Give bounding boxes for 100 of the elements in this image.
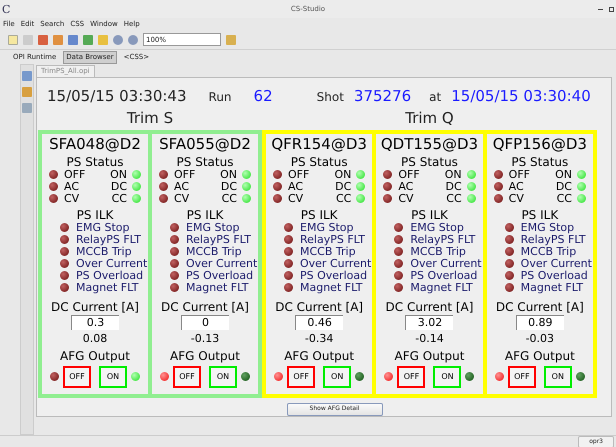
on-button[interactable]: ON xyxy=(99,366,127,388)
interlock-label: Magnet FLT xyxy=(76,282,138,294)
unit-name: SFA055@D2 xyxy=(159,134,251,152)
current-setpoint-field[interactable]: 0 xyxy=(181,314,229,330)
current-readback: 0.08 xyxy=(82,332,108,346)
status-label: OFF xyxy=(398,168,420,180)
status-label: CV xyxy=(398,192,414,204)
interlock-label: PS Overload xyxy=(76,270,144,282)
at-label: at xyxy=(429,89,442,106)
current-readback: -0.13 xyxy=(190,332,220,346)
interlock-label: EMG Stop xyxy=(300,222,354,234)
current-setpoint-field[interactable]: 3.02 xyxy=(405,314,454,330)
status-label: CV xyxy=(288,192,304,204)
group-title: Trim Q xyxy=(405,108,454,126)
unit-name: QFR154@D3 xyxy=(271,134,367,152)
unit-name: QDT155@D3 xyxy=(380,134,478,152)
section-title: PS Status xyxy=(176,154,234,168)
interlock-label: Over Current xyxy=(300,258,372,270)
interlock-label: Magnet FLT xyxy=(520,282,584,294)
section-title: DC Current [A] xyxy=(386,300,474,314)
status-label: AC xyxy=(398,180,414,192)
status-label: ON xyxy=(220,168,237,180)
current-setpoint-field[interactable]: 0.89 xyxy=(516,314,564,330)
off-button[interactable]: OFF xyxy=(287,366,316,388)
timestamp: 15/05/15 03:30:43 xyxy=(47,86,187,107)
interlock-label: EMG Stop xyxy=(186,222,240,234)
section-title: DC Current [A] xyxy=(161,300,249,314)
interlock-label: PS Overload xyxy=(410,270,478,282)
group-title: Trim S xyxy=(126,108,174,126)
section-title: DC Current [A] xyxy=(496,300,584,314)
off-button[interactable]: OFF xyxy=(63,366,91,388)
interlock-label: EMG Stop xyxy=(410,222,464,234)
interlock-label: RelayPS FLT xyxy=(300,234,365,246)
interlock-label: Magnet FLT xyxy=(300,282,362,294)
section-title: PS ILK xyxy=(76,208,114,222)
section-title: PS Status xyxy=(290,154,348,168)
interlock-label: MCCB Trip xyxy=(186,246,242,258)
status-label: CV xyxy=(64,192,80,204)
status-label: OFF xyxy=(288,168,310,180)
section-title: PS ILK xyxy=(521,208,558,222)
status-label: ON xyxy=(110,168,127,180)
section-title: AFG Output xyxy=(60,348,130,362)
interlock-label: RelayPS FLT xyxy=(76,234,141,246)
run-number: 62 xyxy=(254,86,273,107)
on-button[interactable]: ON xyxy=(323,366,352,388)
section-title: AFG Output xyxy=(504,348,575,362)
section-title: PS Status xyxy=(401,154,458,168)
current-readback: -0.14 xyxy=(415,332,444,346)
interlock-label: RelayPS FLT xyxy=(410,234,476,246)
on-button[interactable]: ON xyxy=(544,366,572,388)
minimize-icon[interactable] xyxy=(598,8,603,10)
status-label: CV xyxy=(508,192,524,204)
section-title: DC Current [A] xyxy=(275,300,364,314)
section-title: PS ILK xyxy=(300,208,338,222)
interlock-label: Magnet FLT xyxy=(410,282,473,294)
off-button[interactable]: OFF xyxy=(397,366,426,388)
interlock-label: PS Overload xyxy=(520,270,588,282)
current-setpoint-field[interactable]: 0.3 xyxy=(71,314,119,330)
on-button[interactable]: ON xyxy=(209,366,237,388)
section-title: PS Status xyxy=(511,154,568,168)
app-logo: C xyxy=(2,4,10,14)
status-label: CC xyxy=(336,192,352,204)
status-label: OFF xyxy=(64,168,86,180)
section-title: AFG Output xyxy=(394,348,464,362)
status-label: AC xyxy=(64,180,80,192)
current-readback: -0.34 xyxy=(304,332,334,346)
section-title: PS ILK xyxy=(411,208,448,222)
status-label: CC xyxy=(112,192,127,204)
status-label: CC xyxy=(556,192,572,204)
unit-name: QFP156@D3 xyxy=(492,134,587,152)
interlock-label: Over Current xyxy=(186,258,258,270)
section-title: PS ILK xyxy=(186,208,224,222)
interlock-label: MCCB Trip xyxy=(410,246,466,258)
status-label: CV xyxy=(174,192,190,204)
status-label: AC xyxy=(508,180,524,192)
status-label: CC xyxy=(446,192,462,204)
status-label: OFF xyxy=(508,168,530,180)
section-title: AFG Output xyxy=(284,348,354,362)
status-label: OFF xyxy=(174,168,196,180)
interlock-label: Magnet FLT xyxy=(186,282,248,294)
current-readback: -0.03 xyxy=(526,332,554,346)
off-button[interactable]: OFF xyxy=(173,366,201,388)
run-label: Run xyxy=(208,89,232,106)
status-label: DC xyxy=(335,180,352,192)
interlock-label: Over Current xyxy=(410,258,482,270)
status-label: ON xyxy=(444,168,462,180)
interlock-label: Over Current xyxy=(76,258,148,270)
status-label: ON xyxy=(555,168,572,180)
section-title: PS Status xyxy=(66,154,124,168)
interlock-label: Over Current xyxy=(520,258,592,270)
shot-label: Shot xyxy=(316,89,344,106)
status-label: DC xyxy=(446,180,462,192)
status-label: AC xyxy=(288,180,304,192)
status-label: DC xyxy=(220,180,237,192)
current-setpoint-field[interactable]: 0.46 xyxy=(295,314,344,330)
maximize-icon[interactable] xyxy=(609,6,614,12)
off-button[interactable]: OFF xyxy=(508,366,536,388)
interlock-label: MCCB Trip xyxy=(520,246,576,258)
on-button[interactable]: ON xyxy=(433,366,462,388)
status-label: ON xyxy=(334,168,352,180)
